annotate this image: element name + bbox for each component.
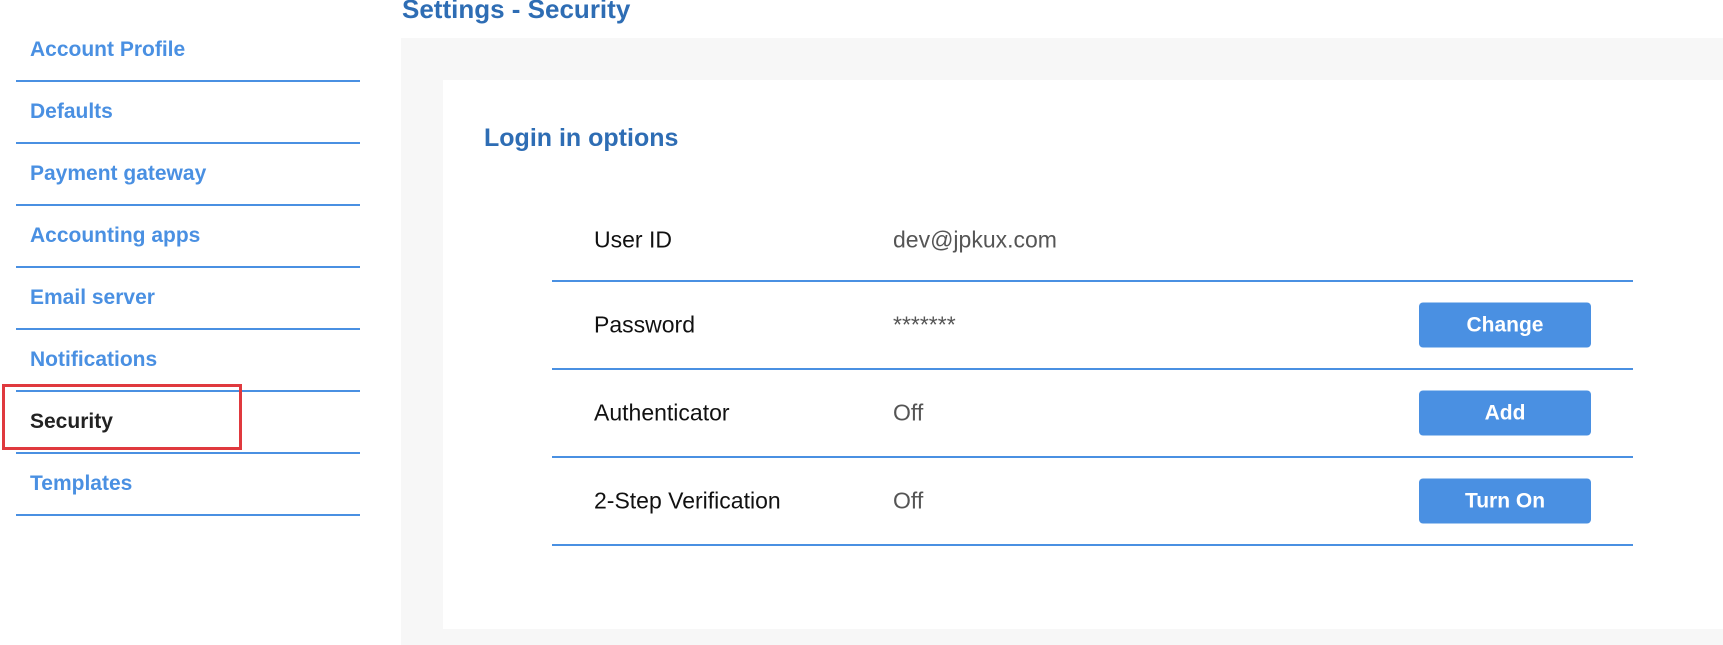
section-title: Login in options [484,124,679,152]
sidebar-item-label: Accounting apps [30,224,201,247]
option-row-password: Password ******* Change [552,282,1633,370]
add-authenticator-button[interactable]: Add [1419,390,1591,436]
option-value: ******* [893,311,956,338]
sidebar-item-defaults[interactable]: Defaults [16,82,360,144]
option-label: Password [594,311,695,338]
sidebar-item-label: Email server [30,286,155,309]
sidebar-item-label: Notifications [30,348,158,371]
option-row-user-id: User ID dev@jpkux.com [552,199,1633,282]
sidebar-item-label: Account Profile [30,38,186,61]
sidebar-item-notifications[interactable]: Notifications [16,330,360,392]
sidebar-item-email-server[interactable]: Email server [16,268,360,330]
option-label: User ID [594,226,672,252]
sidebar-item-security[interactable]: Security [2,384,360,454]
sidebar-item-label: Security [30,410,113,433]
option-value: Off [893,399,924,426]
sidebar-item-label: Templates [30,472,133,495]
page-title: Settings - Security [402,0,631,24]
sidebar-item-accounting-apps[interactable]: Accounting apps [16,206,360,268]
option-row-2-step-verification: 2-Step Verification Off Turn On [552,458,1633,546]
sidebar-item-label: Defaults [30,100,113,123]
sidebar-item-templates[interactable]: Templates [16,454,360,516]
option-label: 2-Step Verification [594,487,781,514]
sidebar-item-payment-gateway[interactable]: Payment gateway [16,144,360,206]
option-value: dev@jpkux.com [893,226,1057,252]
option-label: Authenticator [594,399,730,426]
turn-on-2-step-button[interactable]: Turn On [1419,478,1591,524]
sidebar-item-account-profile[interactable]: Account Profile [16,20,360,82]
settings-sidebar: Account Profile Defaults Payment gateway… [2,20,360,516]
sidebar-item-label: Payment gateway [30,162,207,185]
option-row-authenticator: Authenticator Off Add [552,370,1633,458]
login-options-list: User ID dev@jpkux.com Password ******* C… [552,199,1633,546]
change-password-button[interactable]: Change [1419,302,1591,348]
option-value: Off [893,487,924,514]
